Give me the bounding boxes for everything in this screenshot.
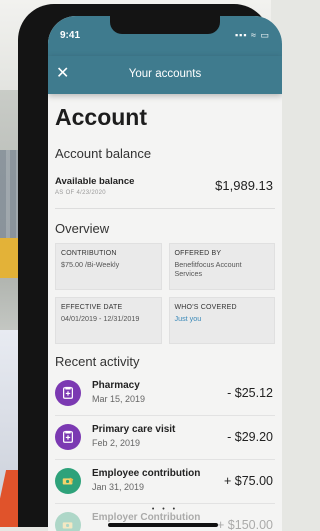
status-indicators: ▪▪▪ ≈ ▭ xyxy=(234,30,270,40)
activity-date: Mar 15, 2019 xyxy=(92,394,146,404)
overview-card-contribution: CONTRIBUTION $75.00 /Bi-Weekly xyxy=(55,243,162,290)
balance-row: Available balance AS OF 4/23/2020 $1,989… xyxy=(55,164,275,209)
whos-covered-link[interactable]: Just you xyxy=(175,314,270,323)
overview-card-effective-date: EFFECTIVE DATE 04/01/2019 - 12/31/2019 xyxy=(55,297,162,344)
activity-name: Employer Contribution xyxy=(92,512,201,523)
card-key: WHO'S COVERED xyxy=(174,304,237,311)
card-key: CONTRIBUTION xyxy=(61,250,117,257)
activity-name: Pharmacy xyxy=(92,380,140,391)
activity-item[interactable]: Pharmacy Mar 15, 2019 - $25.12 xyxy=(55,372,275,416)
nav-title: Your accounts xyxy=(128,68,202,80)
phone-notch xyxy=(110,16,220,34)
activity-item[interactable]: Employee contribution Jan 31, 2019 + $75… xyxy=(55,460,275,504)
status-time: 9:41 xyxy=(60,30,81,41)
page-title: Account xyxy=(55,104,147,130)
activity-amount: - $25.12 xyxy=(227,386,273,400)
balance-label: Available balance xyxy=(55,176,135,187)
overview-card-whos-covered: WHO'S COVERED Just you xyxy=(168,297,275,344)
activity-date: Feb 2, 2019 xyxy=(92,438,141,448)
phone-screen: 9:41 ▪▪▪ ≈ ▭ ✕ Your accounts Account Acc… xyxy=(48,16,282,531)
balance-value: $1,989.13 xyxy=(215,178,273,193)
card-value: Benefitfocus Account Services xyxy=(174,260,242,278)
card-key: EFFECTIVE DATE xyxy=(61,304,123,311)
activity-name: Employee contribution xyxy=(92,468,201,479)
activity-name: Primary care visit xyxy=(92,424,176,435)
overview-grid: CONTRIBUTION $75.00 /Bi-Weekly OFFERED B… xyxy=(55,243,275,344)
phone-frame: 9:41 ▪▪▪ ≈ ▭ ✕ Your accounts Account Acc… xyxy=(18,4,282,531)
activity-item[interactable]: Primary care visit Feb 2, 2019 - $29.20 xyxy=(55,416,275,460)
status-bar: 9:41 ▪▪▪ ≈ ▭ xyxy=(48,16,282,56)
balance-as-of: AS OF 4/23/2020 xyxy=(55,190,106,196)
balance-section-title: Account balance xyxy=(55,146,152,161)
card-value: $75.00 /Bi-Weekly xyxy=(61,260,120,269)
home-indicator[interactable] xyxy=(108,523,218,527)
overview-section-title: Overview xyxy=(55,221,110,236)
card-value: 04/01/2019 - 12/31/2019 xyxy=(61,314,140,323)
medical-icon xyxy=(55,424,81,450)
money-icon xyxy=(55,512,81,531)
activity-amount: + $150.00 xyxy=(217,518,273,531)
recent-activity-title: Recent activity xyxy=(55,354,140,369)
overview-card-offered-by: OFFERED BY Benefitfocus Account Services xyxy=(168,243,275,290)
card-key: OFFERED BY xyxy=(174,250,222,257)
activity-amount: + $75.00 xyxy=(223,474,273,488)
money-icon xyxy=(55,468,81,494)
activity-date: Jan 31, 2019 xyxy=(92,482,145,492)
account-content[interactable]: Account Account balance Available balanc… xyxy=(48,94,282,531)
nav-bar: ✕ Your accounts xyxy=(48,56,282,94)
activity-amount: - $29.20 xyxy=(227,430,273,444)
page-indicator: • • • xyxy=(151,506,179,513)
pharmacy-icon xyxy=(55,380,81,406)
